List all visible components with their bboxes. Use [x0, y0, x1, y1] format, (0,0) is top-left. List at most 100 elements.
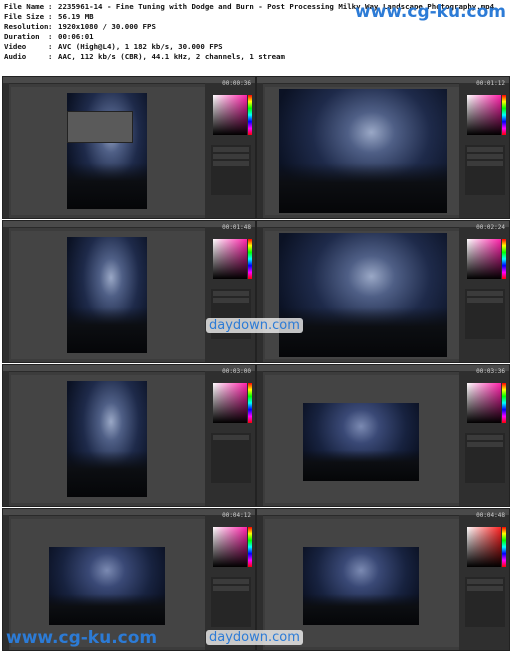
- timestamp: 00:04:12: [222, 512, 251, 519]
- hue-slider[interactable]: [502, 239, 506, 279]
- timestamp: 00:03:36: [476, 368, 505, 375]
- info-key: Video: [4, 42, 27, 51]
- mountain-silhouette: [303, 593, 419, 625]
- info-separator: :: [48, 52, 53, 61]
- layers-panel: [211, 433, 251, 483]
- right-panel: [459, 83, 509, 218]
- right-panel: [459, 227, 509, 362]
- thumbnail-grid: 00:00:36 00:01:12 00:01:48 00:02:24 00:0…: [0, 76, 512, 651]
- canvas-area: [265, 87, 461, 215]
- info-value: 00:06:01: [58, 32, 94, 41]
- photo-vertical: [67, 381, 147, 497]
- info-value: AVC (High@L4), 1 182 kb/s, 30.000 FPS: [58, 42, 223, 51]
- tree-silhouette: [67, 162, 147, 209]
- color-picker[interactable]: [213, 383, 247, 423]
- right-panel: [205, 83, 255, 218]
- layer-row[interactable]: [213, 579, 249, 584]
- hue-slider[interactable]: [502, 383, 506, 423]
- color-picker[interactable]: [467, 383, 501, 423]
- layers-panel: [465, 145, 505, 195]
- thumbnail-6[interactable]: 00:03:36: [256, 364, 510, 507]
- right-panel: [205, 371, 255, 506]
- watermark-mid-1: daydown.com: [206, 318, 303, 333]
- mountain-silhouette: [49, 593, 165, 625]
- layer-row[interactable]: [213, 154, 249, 159]
- layer-row[interactable]: [467, 161, 503, 166]
- info-separator: :: [48, 32, 53, 41]
- tree-silhouette: [279, 307, 447, 357]
- canvas-area: [265, 519, 461, 647]
- photo-vertical: [67, 237, 147, 353]
- photo-landscape: [303, 403, 419, 481]
- color-picker[interactable]: [467, 95, 501, 135]
- layer-row[interactable]: [467, 442, 503, 447]
- info-key: File Name: [4, 2, 45, 11]
- layers-panel: [465, 289, 505, 339]
- watermark-bottom: www.cg-ku.com: [6, 628, 158, 648]
- hue-slider[interactable]: [248, 95, 252, 135]
- color-picker[interactable]: [467, 527, 501, 567]
- timestamp: 00:01:12: [476, 80, 505, 87]
- hue-slider[interactable]: [502, 527, 506, 567]
- layer-row[interactable]: [467, 435, 503, 440]
- hue-slider[interactable]: [248, 239, 252, 279]
- info-key: File Size: [4, 12, 45, 21]
- color-picker[interactable]: [213, 95, 247, 135]
- info-row-video: Video : AVC (High@L4), 1 182 kb/s, 30.00…: [4, 42, 512, 52]
- hue-slider[interactable]: [248, 383, 252, 423]
- layers-panel: [465, 577, 505, 627]
- info-row-audio: Audio : AAC, 112 kb/s (CBR), 44.1 kHz, 2…: [4, 52, 512, 62]
- layer-row[interactable]: [213, 435, 249, 440]
- watermark-mid-2: daydown.com: [206, 630, 303, 645]
- thumbnail-3[interactable]: 00:01:48: [2, 220, 256, 363]
- info-value: 56.19 MB: [58, 12, 94, 21]
- canvas-area: [11, 87, 207, 215]
- layer-row[interactable]: [213, 586, 249, 591]
- color-picker[interactable]: [467, 239, 501, 279]
- tree-silhouette: [67, 306, 147, 353]
- right-panel: [459, 515, 509, 650]
- hue-slider[interactable]: [502, 95, 506, 135]
- color-picker[interactable]: [213, 527, 247, 567]
- canvas-area: [11, 375, 207, 503]
- color-picker[interactable]: [213, 239, 247, 279]
- tools-panel: [257, 83, 263, 218]
- hue-slider[interactable]: [248, 527, 252, 567]
- layer-row[interactable]: [467, 579, 503, 584]
- info-separator: :: [48, 42, 53, 51]
- layer-row[interactable]: [467, 586, 503, 591]
- thumbnail-5[interactable]: 00:03:00: [2, 364, 256, 507]
- photo-landscape: [49, 547, 165, 625]
- layer-row[interactable]: [467, 147, 503, 152]
- layers-panel: [211, 145, 251, 195]
- thumbnail-4[interactable]: 00:02:24: [256, 220, 510, 363]
- info-separator: :: [48, 22, 53, 31]
- info-row-resolution: Resolution : 1920x1080 / 30.000 FPS: [4, 22, 512, 32]
- info-separator: :: [48, 2, 53, 11]
- layer-row[interactable]: [213, 147, 249, 152]
- mountain-silhouette: [303, 449, 419, 481]
- layer-row[interactable]: [213, 298, 249, 303]
- tree-silhouette: [279, 163, 447, 213]
- layer-row[interactable]: [213, 161, 249, 166]
- info-row-duration: Duration : 00:06:01: [4, 32, 512, 42]
- info-value: 1920x1080 / 30.000 FPS: [58, 22, 156, 31]
- layer-row[interactable]: [213, 291, 249, 296]
- canvas-area: [265, 375, 503, 503]
- layer-row[interactable]: [467, 291, 503, 296]
- canvas-area: [265, 231, 461, 359]
- right-panel: [459, 371, 509, 506]
- layer-row[interactable]: [467, 298, 503, 303]
- timestamp: 00:04:48: [476, 512, 505, 519]
- tools-panel: [3, 227, 9, 362]
- info-key: Duration: [4, 32, 40, 41]
- canvas-area: [11, 231, 207, 359]
- layers-panel: [465, 433, 505, 483]
- info-value: AAC, 112 kb/s (CBR), 44.1 kHz, 2 channel…: [58, 52, 285, 61]
- layers-panel: [211, 577, 251, 627]
- thumbnail-2[interactable]: 00:01:12: [256, 76, 510, 219]
- info-key: Audio: [4, 52, 27, 61]
- timestamp: 00:02:24: [476, 224, 505, 231]
- layer-row[interactable]: [467, 154, 503, 159]
- thumbnail-1[interactable]: 00:00:36: [2, 76, 256, 219]
